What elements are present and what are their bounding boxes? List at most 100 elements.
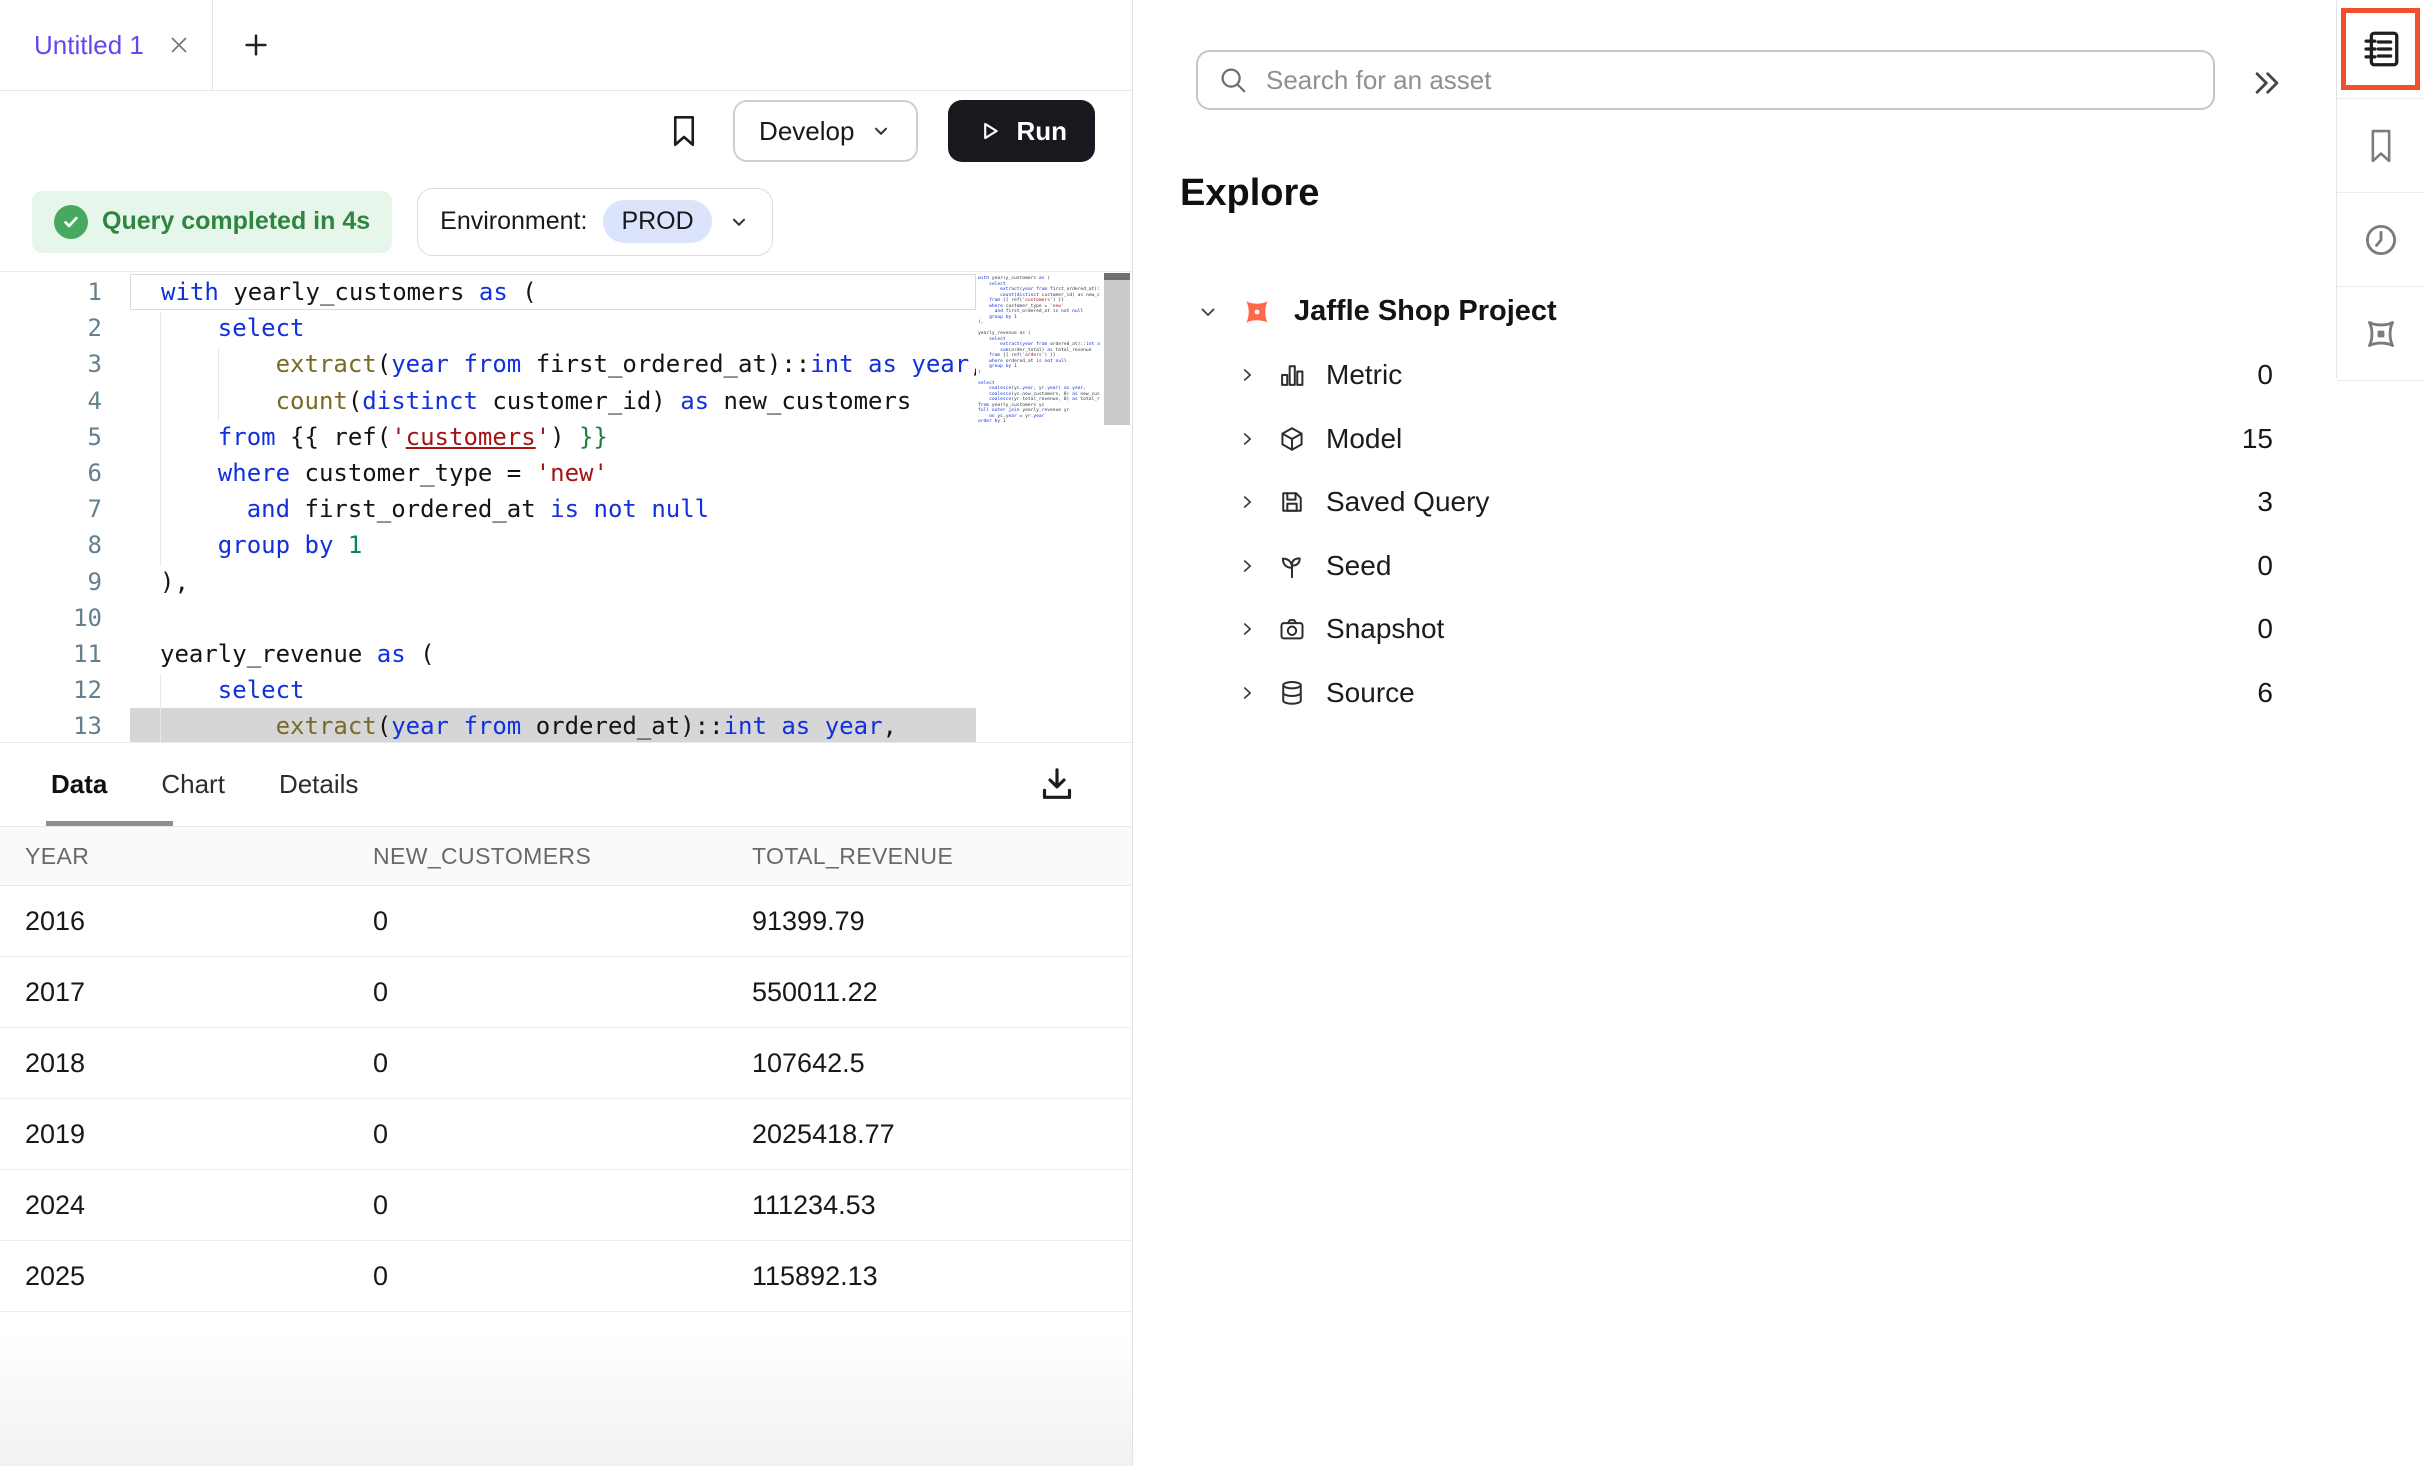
line-number: 10	[0, 600, 102, 636]
table-cell: 2024	[0, 1190, 373, 1221]
search-input[interactable]	[1264, 64, 2193, 97]
item-label: Seed	[1326, 550, 1391, 582]
results-table: YEARNEW_CUSTOMERSTOTAL_REVENUE2016091399…	[0, 826, 1132, 1312]
line-number: 5	[0, 419, 102, 455]
code-line: yearly_revenue as (	[130, 636, 976, 672]
column-header: TOTAL_REVENUE	[752, 843, 1132, 870]
project-tree: Jaffle Shop Project Metric 0 Model 15 Saved …	[1134, 280, 2334, 725]
table-cell: 2018	[0, 1048, 373, 1079]
editor-minimap[interactable]: with yearly_customers as ( select extrac…	[978, 276, 1100, 425]
chevron-down-icon	[870, 120, 892, 142]
line-number: 1	[0, 274, 102, 310]
table-row[interactable]: 20240111234.53	[0, 1170, 1132, 1241]
caret-right-icon[interactable]	[1236, 618, 1258, 640]
chevron-down-icon	[728, 211, 750, 233]
table-row[interactable]: 20250115892.13	[0, 1241, 1132, 1312]
results-tab-data[interactable]: Data	[51, 769, 107, 800]
tab-bar: Untitled 1	[0, 0, 1132, 91]
column-header: YEAR	[0, 843, 373, 870]
scrollbar-thumb[interactable]	[1104, 273, 1130, 280]
table-cell: 550011.22	[752, 977, 1132, 1008]
table-cell: 0	[373, 1261, 752, 1292]
sidebar-item-seed[interactable]: Seed0	[1134, 534, 2334, 598]
seed-icon	[1278, 552, 1306, 580]
explore-panel: Explore Jaffle Shop Project Metric0Model…	[1134, 0, 2334, 1466]
table-row[interactable]: 201902025418.77	[0, 1099, 1132, 1170]
table-cell: 2019	[0, 1119, 373, 1150]
results-tab-chart[interactable]: Chart	[161, 769, 225, 800]
rail-button-bookmark[interactable]	[2337, 99, 2424, 193]
indent-guide	[160, 312, 161, 566]
caret-right-icon[interactable]	[1236, 364, 1258, 386]
history-icon	[2362, 221, 2400, 259]
code-line: where customer_type = 'new'	[130, 455, 976, 491]
table-row[interactable]: 2016091399.79	[0, 886, 1132, 957]
code-line: from {{ ref('customers') }}	[130, 419, 976, 455]
asset-search-box[interactable]	[1196, 50, 2215, 110]
table-cell: 91399.79	[752, 906, 1132, 937]
pane-bottom-fade	[0, 1336, 1132, 1466]
item-label: Snapshot	[1326, 613, 1444, 645]
results-tab-bar: Data Chart Details	[0, 742, 1132, 826]
close-tab-icon[interactable]	[166, 32, 192, 58]
table-cell: 0	[373, 906, 752, 937]
sidebar-item-saved-query[interactable]: Saved Query3	[1134, 471, 2334, 535]
sidebar-item-model[interactable]: Model 15	[1134, 407, 2334, 471]
new-tab-button[interactable]	[235, 24, 277, 66]
code-line: extract(year from ordered_at)::int as ye…	[130, 708, 976, 742]
item-count: 15	[2242, 423, 2334, 455]
table-cell: 2016	[0, 906, 373, 937]
item-label: Model	[1326, 423, 1402, 455]
table-row[interactable]: 20170550011.22	[0, 957, 1132, 1028]
caret-right-icon[interactable]	[1236, 428, 1258, 450]
rail-button-history[interactable]	[2337, 193, 2424, 287]
develop-label: Develop	[759, 116, 854, 147]
rail-button-lineage[interactable]	[2337, 287, 2424, 381]
table-cell: 0	[373, 977, 752, 1008]
develop-dropdown[interactable]: Develop	[733, 100, 918, 162]
line-number: 3	[0, 346, 102, 382]
table-row[interactable]: 20180107642.5	[0, 1028, 1132, 1099]
line-number: 13	[0, 708, 102, 742]
sql-code-editor[interactable]: 12345678910111213 with yearly_customers …	[0, 271, 1132, 742]
rail-button-catalog[interactable]	[2337, 0, 2424, 99]
catalog-icon	[2360, 28, 2402, 70]
item-count: 6	[2257, 677, 2334, 709]
line-number: 6	[0, 455, 102, 491]
table-cell: 115892.13	[752, 1261, 1132, 1292]
code-line: select	[130, 310, 976, 346]
item-count: 3	[2257, 486, 2334, 518]
sidebar-item-snapshot[interactable]: Snapshot0	[1134, 598, 2334, 662]
editor-toolbar: Develop Run	[0, 90, 1132, 172]
status-bar: Query completed in 4s Environment: PROD	[0, 172, 1132, 271]
caret-down-icon[interactable]	[1196, 300, 1220, 324]
caret-right-icon[interactable]	[1236, 555, 1258, 577]
environment-selector[interactable]: Environment: PROD	[417, 188, 773, 256]
download-icon[interactable]	[1033, 759, 1081, 809]
caret-right-icon[interactable]	[1236, 491, 1258, 513]
results-tab-details[interactable]: Details	[279, 769, 358, 800]
item-label: Source	[1326, 677, 1415, 709]
line-number: 8	[0, 527, 102, 563]
search-icon	[1218, 65, 1248, 95]
sidebar-item-source[interactable]: Source 6	[1134, 661, 2334, 725]
project-row[interactable]: Jaffle Shop Project	[1134, 280, 2334, 344]
indent-guide	[160, 674, 161, 742]
table-cell: 2025418.77	[752, 1119, 1132, 1150]
column-header: NEW_CUSTOMERS	[373, 843, 752, 870]
collapse-panel-icon[interactable]	[2246, 62, 2288, 104]
sidebar-item-metric[interactable]: Metric 0	[1134, 344, 2334, 408]
tab-untitled-1[interactable]: Untitled 1	[0, 0, 213, 90]
minimap-code: with yearly_customers as ( select extrac…	[978, 276, 1100, 425]
code-line: with yearly_customers as (	[130, 274, 976, 310]
item-label: Metric	[1326, 359, 1402, 391]
item-count: 0	[2257, 359, 2334, 391]
play-icon	[976, 118, 1002, 144]
editor-scrollbar[interactable]	[1104, 273, 1130, 425]
run-button[interactable]: Run	[948, 100, 1095, 162]
bookmark-icon[interactable]	[665, 109, 703, 153]
editor-pane: Untitled 1 Develop Run	[0, 0, 1133, 1466]
caret-right-icon[interactable]	[1236, 682, 1258, 704]
table-cell: 0	[373, 1048, 752, 1079]
line-number: 11	[0, 636, 102, 672]
